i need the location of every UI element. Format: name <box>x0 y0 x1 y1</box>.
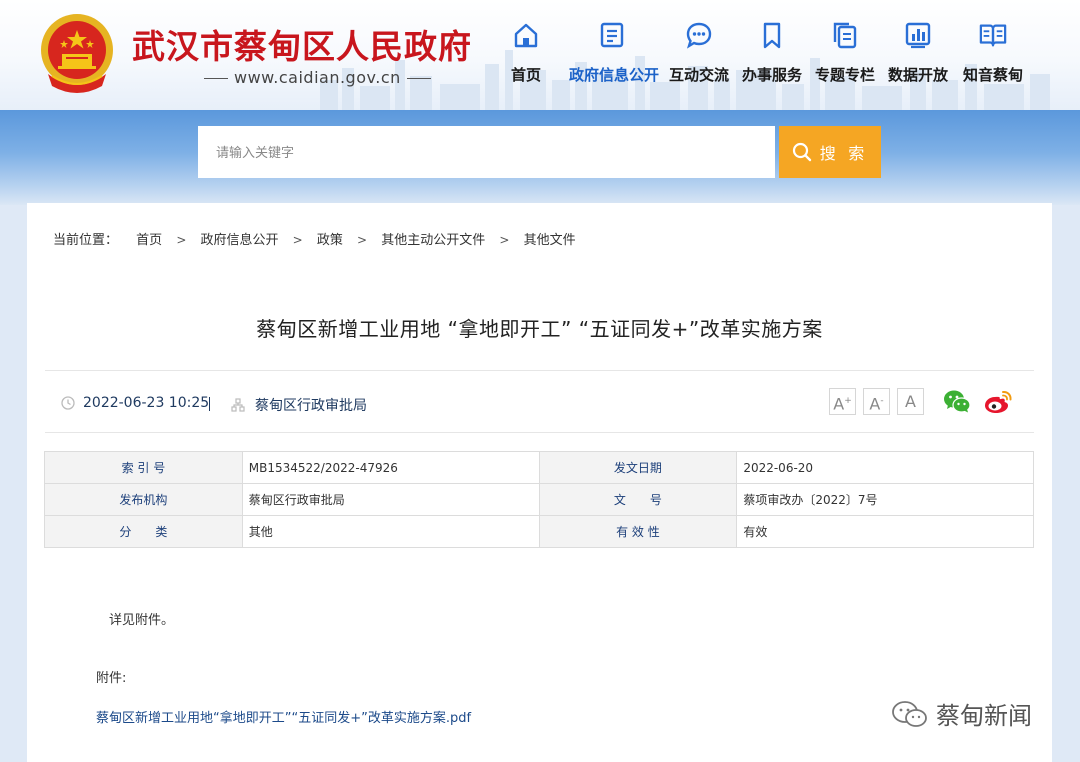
breadcrumb-separator: > <box>292 233 303 247</box>
site-title: 武汉市蔡甸区人民政府 <box>132 27 472 66</box>
validity-value: 有效 <box>736 515 1034 548</box>
breadcrumb-separator: > <box>176 233 187 247</box>
document-info-table: 索 引 号 MB1534522/2022-47926 发文日期 2022-06-… <box>44 451 1034 548</box>
search-button-label: 搜 索 <box>819 146 869 163</box>
breadcrumb-separator: > <box>357 233 368 247</box>
article-meta-bar: 2022-06-23 10:25 蔡甸区行政审批局 A+ A- A <box>45 370 1034 433</box>
category-value: 其他 <box>241 515 540 548</box>
site-url: www.caidian.gov.cn <box>198 68 437 87</box>
publisher-label: 发布机构 <box>44 483 243 516</box>
nav-label: 数据开放 <box>887 66 948 84</box>
site-header: 武汉市蔡甸区人民政府 www.caidian.gov.cn 首页 政府信息公开 … <box>0 0 1080 110</box>
breadcrumb-gov-info[interactable]: 政府信息公开 <box>201 233 279 248</box>
index-number-value: MB1534522/2022-47926 <box>241 451 540 484</box>
breadcrumb-separator: > <box>499 233 510 247</box>
bar-chart-icon <box>905 22 931 49</box>
document-icon <box>600 22 624 48</box>
search-banner: 搜 索 <box>0 110 1080 205</box>
document-number-label: 文 号 <box>538 483 738 516</box>
breadcrumb-home[interactable]: 首页 <box>136 233 162 248</box>
clock-icon <box>61 396 75 410</box>
table-row: 分 类 其他 有 效 性 有效 <box>44 515 1034 548</box>
publish-org-text: 蔡甸区行政审批局 <box>255 398 367 414</box>
org-structure-icon <box>231 398 245 412</box>
font-size-default-button[interactable]: A <box>897 388 924 415</box>
files-icon <box>833 22 857 49</box>
breadcrumb-other-files[interactable]: 其他文件 <box>524 233 576 248</box>
watermark-text: 蔡甸新闻 <box>936 702 1032 730</box>
article-body-text: 详见附件。 <box>109 613 175 628</box>
font-size-increase-button[interactable]: A+ <box>829 388 856 415</box>
search-button[interactable]: 搜 索 <box>779 126 881 178</box>
font-size-decrease-button[interactable]: A- <box>863 388 890 415</box>
breadcrumb-lead: 当前位置： <box>53 233 119 248</box>
nav-label: 知音蔡甸 <box>962 66 1023 84</box>
nav-item-home[interactable]: 首页 <box>483 20 569 85</box>
nav-item-zhiyin-caidian[interactable]: 知音蔡甸 <box>950 20 1036 85</box>
bookmark-icon <box>763 22 781 49</box>
wechat-outline-icon <box>892 700 927 727</box>
national-emblem-logo <box>41 14 113 93</box>
issue-date-label: 发文日期 <box>538 451 738 484</box>
nav-label: 政府信息公开 <box>569 66 660 84</box>
breadcrumb-other-public-files[interactable]: 其他主动公开文件 <box>381 233 485 248</box>
search-icon <box>792 142 811 162</box>
open-book-icon <box>979 24 1007 47</box>
issue-date-value: 2022-06-20 <box>736 451 1034 484</box>
nav-label: 首页 <box>510 66 541 84</box>
publish-datetime: 2022-06-23 10:25 <box>61 395 209 411</box>
meta-divider <box>209 397 210 411</box>
index-number-label: 索 引 号 <box>44 451 243 484</box>
breadcrumb: 当前位置： 首页 > 政府信息公开 > 政策 > 其他主动公开文件 > 其他文件 <box>53 229 580 248</box>
validity-label: 有 效 性 <box>538 515 738 548</box>
wechat-watermark: 蔡甸新闻 <box>890 696 1032 731</box>
publisher-value: 蔡甸区行政审批局 <box>241 483 540 516</box>
attachment-label: 附件: <box>96 671 127 686</box>
nav-item-open-data[interactable]: 数据开放 <box>875 20 961 85</box>
page-title: 蔡甸区新增工业用地 “拿地即开工” “五证同发+”改革实施方案 <box>256 317 823 341</box>
breadcrumb-policy[interactable]: 政策 <box>317 233 343 248</box>
article-card: 当前位置： 首页 > 政府信息公开 > 政策 > 其他主动公开文件 > 其他文件… <box>27 203 1052 762</box>
table-row: 索 引 号 MB1534522/2022-47926 发文日期 2022-06-… <box>44 451 1034 484</box>
weibo-icon[interactable] <box>983 387 1013 417</box>
attachment-link[interactable]: 蔡甸区新增工业用地“拿地即开工”“五证同发+”改革实施方案.pdf <box>96 707 471 726</box>
home-icon <box>514 23 538 48</box>
table-row: 发布机构 蔡甸区行政审批局 文 号 蔡项审改办〔2022〕7号 <box>44 483 1034 516</box>
document-number-value: 蔡项审改办〔2022〕7号 <box>736 483 1034 516</box>
publish-org: 蔡甸区行政审批局 <box>231 395 367 415</box>
publish-datetime-text: 2022-06-23 10:25 <box>83 395 210 411</box>
chat-bubble-icon <box>686 22 712 49</box>
nav-item-gov-info[interactable]: 政府信息公开 <box>569 20 660 85</box>
category-label: 分 类 <box>44 515 243 548</box>
search-input[interactable] <box>198 126 775 178</box>
wechat-icon[interactable] <box>942 387 972 417</box>
